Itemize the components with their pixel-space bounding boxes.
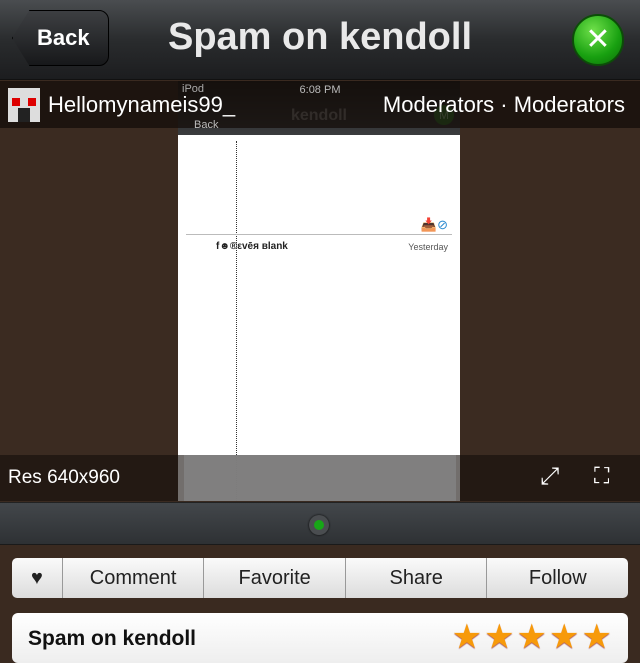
card-title: Spam on kendoll — [28, 627, 197, 650]
expand-icon[interactable]: ⤢ — [540, 463, 559, 491]
time: 6:08 PM — [299, 84, 341, 96]
star-icon[interactable]: ★ — [452, 618, 484, 656]
star-icon[interactable]: ★ — [582, 618, 614, 656]
star-rating[interactable]: ★★★★★ — [452, 617, 614, 657]
star-icon[interactable]: ★ — [517, 618, 549, 656]
avatar[interactable] — [8, 88, 40, 122]
heart-icon: ♥ — [30, 566, 43, 589]
fullscreen-icon[interactable]: ⛶ — [594, 463, 609, 489]
like-button[interactable]: ♥ — [12, 558, 62, 598]
screenshot-username: f☻®εvēя вlank — [216, 241, 288, 252]
action-bar: ♥ Comment Favorite Share Follow — [12, 558, 628, 598]
nav-bar: Back Spam on kendoll ✕ — [0, 0, 640, 80]
category-link[interactable]: Moderators · Moderators — [383, 93, 625, 117]
page-indicator — [0, 502, 640, 545]
share-button[interactable]: Share — [344, 558, 487, 598]
screenshot-back: Back — [194, 119, 219, 131]
screenshot-icons: 📥⊘ — [420, 217, 448, 232]
star-icon[interactable]: ★ — [549, 618, 581, 656]
screenshot-time: Yesterday — [408, 242, 448, 252]
resolution-label: Res 640x960 — [8, 467, 120, 488]
screenshot-image: kendoll M 📥⊘ f☻®εvēя вlank Yesterday — [178, 81, 460, 501]
wallpaper-preview[interactable]: kendoll M 📥⊘ f☻®εvēя вlank Yesterday Hel… — [0, 81, 640, 501]
page-title: Spam on kendoll — [167, 16, 473, 58]
tools-button[interactable]: ✕ — [572, 14, 624, 66]
username-link[interactable]: Hellomynameis99_ — [48, 93, 235, 117]
resolution-overlay: Res 640x960 ⤢ ⛶ — [0, 455, 640, 501]
dotted-line — [236, 141, 237, 501]
carrier: iPod — [182, 83, 205, 95]
divider — [186, 234, 452, 235]
follow-button[interactable]: Follow — [486, 558, 628, 598]
title-card: Spam on kendoll ★★★★★ — [12, 613, 628, 663]
wrench-screwdriver-icon: ✕ — [585, 23, 611, 56]
favorite-button[interactable]: Favorite — [203, 558, 345, 598]
page-dot-active[interactable] — [309, 515, 329, 535]
star-icon[interactable]: ★ — [484, 618, 516, 656]
comment-button[interactable]: Comment — [61, 558, 204, 598]
